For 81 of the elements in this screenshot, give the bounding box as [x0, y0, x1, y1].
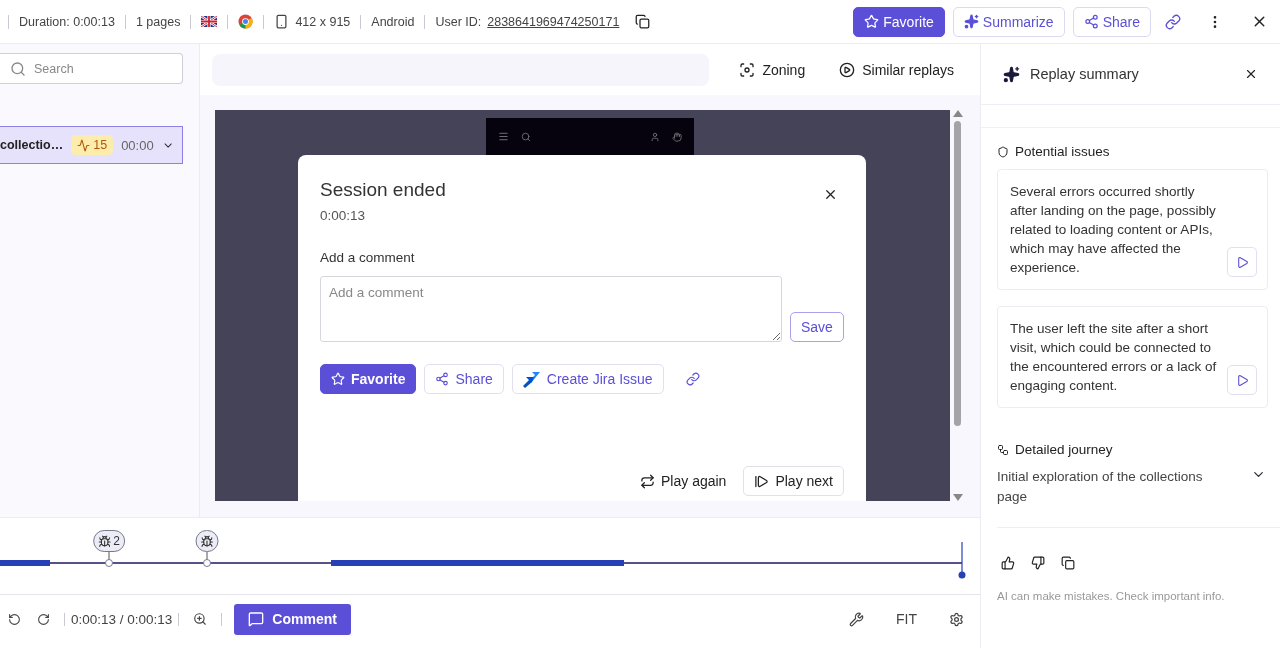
similar-replays-button[interactable]: Similar replays: [827, 57, 966, 82]
double-arrow-logo-icon: [522, 370, 541, 388]
menu-icon: [498, 131, 509, 142]
favorite-button[interactable]: Favorite: [853, 6, 945, 37]
summarize-button[interactable]: Summarize: [952, 6, 1065, 37]
search-icon: [521, 131, 531, 142]
session-info: Android: [371, 14, 415, 29]
phone-icon: [274, 14, 290, 29]
shield-icon: [997, 145, 1009, 158]
settings-icon: [949, 611, 964, 627]
session-info: Duration: 0:00:13: [19, 14, 115, 29]
close-icon: [1244, 67, 1258, 81]
journey-step[interactable]: Initial exploration of the collections page: [997, 467, 1227, 507]
flag-icon: [201, 16, 218, 27]
thumbs-down-icon: [1031, 556, 1045, 570]
page-time: 00:00: [121, 137, 154, 153]
scroll-up-arrow-icon[interactable]: [952, 110, 963, 117]
forward-icon: [37, 612, 50, 626]
hand-icon: [672, 131, 682, 142]
pulse-icon: [77, 138, 91, 152]
sparkle-icon: [963, 14, 979, 29]
fit-button[interactable]: FIT: [888, 607, 925, 631]
play-next-button[interactable]: Play next: [743, 466, 844, 496]
zoom-in-icon: [193, 612, 208, 626]
browser-logo-icon: [238, 14, 254, 29]
repeat-icon: [640, 473, 655, 489]
play-button[interactable]: [1227, 247, 1257, 277]
session-duration: 0:00:13: [320, 208, 366, 223]
section-heading: Potential issues: [1015, 144, 1110, 159]
wrench-icon: [849, 611, 864, 627]
save-button[interactable]: Save: [790, 312, 844, 342]
bug-marker[interactable]: [195, 530, 219, 552]
rewind-icon: [8, 612, 21, 626]
share-button[interactable]: Share: [1072, 6, 1151, 37]
share-icon: [435, 372, 450, 386]
focus-icon: [739, 61, 756, 78]
search-field[interactable]: Search: [0, 53, 183, 84]
issue-text: Several errors occurred shortly after landing on the page, possibly related to loading content or APIs, which may have affected the experience.: [1010, 183, 1217, 277]
play-icon: [1235, 255, 1249, 269]
issue-text: The user left the site after a short visit, which could be connected to the encountered errors or a lack of engaging content.: [1010, 320, 1218, 395]
steps-icon: [997, 443, 1009, 456]
zoning-button[interactable]: Zoning: [727, 57, 818, 82]
play-circle-icon: [839, 61, 856, 78]
copy-icon: [1061, 556, 1075, 570]
panel-title: Replay summary: [1030, 66, 1140, 82]
skip-forward-icon: [754, 473, 770, 489]
bug-icon: [98, 534, 112, 548]
link-icon: [1165, 13, 1181, 30]
dialog-title: Session ended: [320, 179, 446, 201]
sparkle-icon: [1003, 65, 1020, 83]
bug-marker[interactable]: 2: [93, 530, 125, 552]
scrollbar[interactable]: [950, 110, 965, 501]
screen-size: 412 x 915: [295, 14, 351, 29]
play-icon: [1235, 373, 1249, 387]
disclaimer: AI can make mistakes. Check important info.: [997, 590, 1226, 602]
scroll-down-arrow-icon[interactable]: [952, 494, 963, 501]
event-count-badge: 15: [71, 135, 114, 155]
page-title: collectio…: [0, 138, 64, 152]
page-list-item[interactable]: collectio… 15 00:00: [0, 126, 183, 164]
star-icon: [864, 14, 880, 29]
section-heading: Detailed journey: [1015, 442, 1113, 457]
session-info: 1 pages: [135, 14, 181, 29]
link-icon: [685, 372, 700, 386]
comment-button[interactable]: Comment: [234, 603, 351, 635]
comment-input[interactable]: Add a comment: [320, 276, 782, 342]
user-id-label: User ID:: [435, 14, 482, 29]
thumbs-up-icon: [1001, 556, 1015, 570]
user-id-link[interactable]: 2838641969474250171: [487, 14, 620, 29]
play-button[interactable]: [1227, 365, 1257, 395]
share-icon: [1083, 14, 1099, 29]
user-icon: [650, 131, 660, 142]
create-issue-button[interactable]: Create Jira Issue: [511, 364, 664, 394]
favorite-button[interactable]: Favorite: [320, 364, 417, 394]
speech-bubble-icon: [248, 611, 265, 627]
star-icon: [331, 372, 345, 386]
share-button[interactable]: Share: [424, 364, 504, 394]
copy-icon: [635, 14, 651, 29]
bug-icon: [200, 534, 214, 548]
comment-label: Add a comment: [320, 250, 415, 265]
playback-time: 0:00:13 / 0:00:13: [71, 611, 173, 627]
close-icon: [823, 187, 838, 202]
